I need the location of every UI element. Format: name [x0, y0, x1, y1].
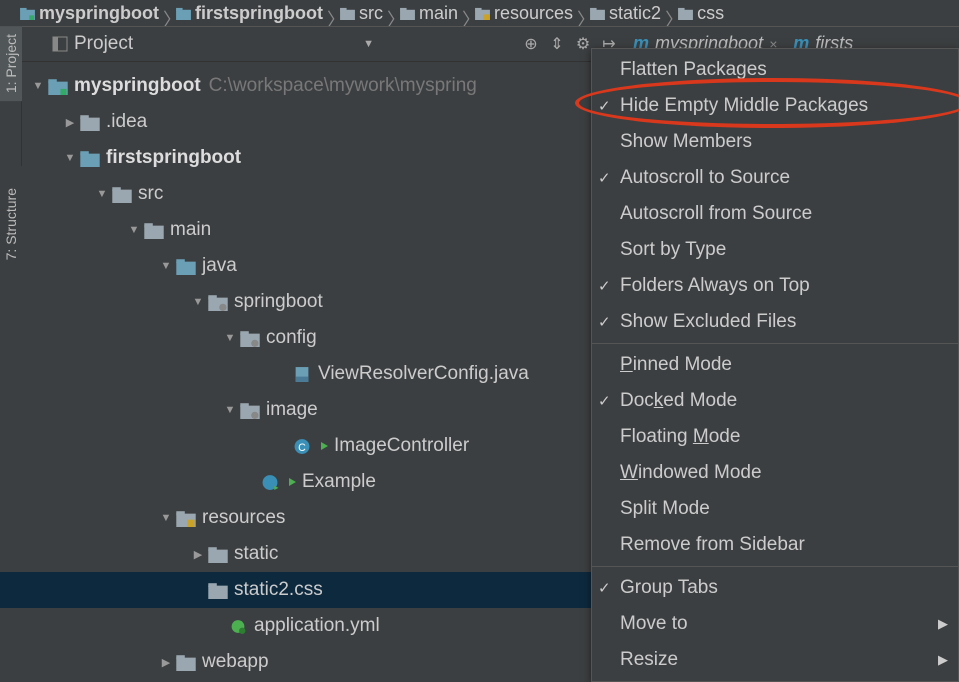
class-icon: C: [292, 438, 312, 455]
folder-icon: [80, 114, 100, 131]
tree-label: springboot: [234, 291, 323, 313]
crumb-src[interactable]: src: [340, 3, 383, 24]
crumb-css[interactable]: css: [678, 3, 724, 24]
check-icon: ✓: [598, 169, 611, 187]
menu-pinned[interactable]: Pinned Mode: [592, 347, 958, 383]
tree-label: static2.css: [234, 579, 323, 601]
menu-autoscroll-to[interactable]: ✓Autoscroll to Source: [592, 160, 958, 196]
sidetab-structure[interactable]: 7: Structure: [0, 180, 22, 268]
menu-flatten[interactable]: Flatten Packages: [592, 52, 958, 88]
tree-label: java: [202, 255, 237, 277]
menu-docked[interactable]: ✓Docked Mode: [592, 383, 958, 419]
run-overlay-icon: [318, 440, 330, 452]
menu-hide-empty[interactable]: ✓Hide Empty Middle Packages: [592, 88, 958, 124]
menu-separator: [592, 343, 958, 344]
project-panel-icon: [52, 36, 68, 52]
tree-label: ViewResolverConfig.java: [318, 363, 529, 385]
expand-icon[interactable]: [92, 188, 112, 200]
check-icon: ✓: [598, 392, 611, 410]
folder-icon: [112, 186, 132, 203]
menu-sort[interactable]: Sort by Type: [592, 232, 958, 268]
tree-label: myspringboot: [74, 75, 201, 97]
resources-folder-icon: [176, 510, 196, 527]
tree-label: application.yml: [254, 615, 380, 637]
package-icon: [240, 330, 260, 347]
run-overlay-icon: [286, 476, 298, 488]
module-icon: [80, 150, 100, 167]
menu-folders-top[interactable]: ✓Folders Always on Top: [592, 268, 958, 304]
tree-label: .idea: [106, 111, 147, 133]
tree-label: firstspringboot: [106, 147, 241, 169]
menu-split[interactable]: Split Mode: [592, 491, 958, 527]
java-file-icon: [292, 366, 312, 383]
expand-icon[interactable]: [60, 152, 80, 164]
crumb-resources[interactable]: resources: [475, 3, 573, 24]
menu-windowed[interactable]: Windowed Mode: [592, 455, 958, 491]
expand-icon[interactable]: [220, 404, 240, 416]
tree-label: Example: [302, 471, 376, 493]
module-icon: [48, 78, 68, 95]
expand-icon[interactable]: [188, 296, 208, 308]
crumb-static2[interactable]: static2: [590, 3, 661, 24]
menu-resize[interactable]: Resize▶: [592, 642, 958, 678]
expand-icon[interactable]: [156, 260, 176, 272]
submenu-icon: ▶: [938, 652, 948, 668]
tree-label: src: [138, 183, 163, 205]
submenu-icon: ▶: [938, 616, 948, 632]
folder-icon: [144, 222, 164, 239]
crumb-main[interactable]: main: [400, 3, 458, 24]
check-icon: ✓: [598, 97, 611, 115]
menu-autoscroll-from[interactable]: Autoscroll from Source: [592, 196, 958, 232]
tree-label: image: [266, 399, 318, 421]
tree-label: webapp: [202, 651, 269, 673]
folder-icon: [176, 654, 196, 671]
panel-title: Project: [74, 33, 133, 55]
source-folder-icon: [176, 258, 196, 275]
expand-icon[interactable]: [220, 332, 240, 344]
menu-floating[interactable]: Floating Mode: [592, 419, 958, 455]
check-icon: ✓: [598, 579, 611, 597]
breadcrumb-bar: myspringboot〉 firstspringboot〉 src〉 main…: [0, 0, 959, 26]
class-run-icon: [260, 474, 280, 491]
check-icon: ✓: [598, 313, 611, 331]
expand-icon[interactable]: [156, 656, 176, 669]
side-tab-bar-2: 7: Structure: [0, 180, 22, 268]
menu-separator: [592, 566, 958, 567]
svg-text:C: C: [298, 441, 306, 453]
crumb-myspringboot[interactable]: myspringboot: [20, 3, 159, 24]
tree-label: main: [170, 219, 211, 241]
collapse-icon[interactable]: ⇕: [547, 34, 567, 54]
folder-icon: [208, 582, 228, 599]
expand-icon[interactable]: [188, 548, 208, 561]
expand-icon[interactable]: [124, 224, 144, 236]
side-tab-bar: 1: Project: [0, 26, 22, 166]
menu-group[interactable]: ✓Group Tabs: [592, 570, 958, 606]
tree-label: resources: [202, 507, 285, 529]
menu-remove[interactable]: Remove from Sidebar: [592, 527, 958, 563]
view-dropdown-icon[interactable]: ▼: [363, 38, 374, 50]
menu-show-members[interactable]: Show Members: [592, 124, 958, 160]
tree-path: C:\workspace\mywork\myspring: [209, 75, 477, 97]
context-menu: Flatten Packages ✓Hide Empty Middle Pack…: [591, 48, 959, 682]
crumb-firstspringboot[interactable]: firstspringboot: [176, 3, 323, 24]
sidetab-project[interactable]: 1: Project: [0, 26, 22, 101]
expand-icon[interactable]: [28, 80, 48, 92]
locate-icon[interactable]: ⊕: [521, 34, 541, 54]
package-icon: [240, 402, 260, 419]
package-icon: [208, 294, 228, 311]
check-icon: ✓: [598, 277, 611, 295]
menu-show-excluded[interactable]: ✓Show Excluded Files: [592, 304, 958, 340]
expand-icon[interactable]: [60, 116, 80, 129]
yml-icon: [228, 618, 248, 635]
tree-label: ImageController: [334, 435, 469, 457]
gear-icon[interactable]: ⚙: [573, 34, 593, 54]
folder-icon: [208, 546, 228, 563]
tree-label: static: [234, 543, 278, 565]
menu-moveto[interactable]: Move to▶: [592, 606, 958, 642]
tree-label: config: [266, 327, 317, 349]
expand-icon[interactable]: [156, 512, 176, 524]
